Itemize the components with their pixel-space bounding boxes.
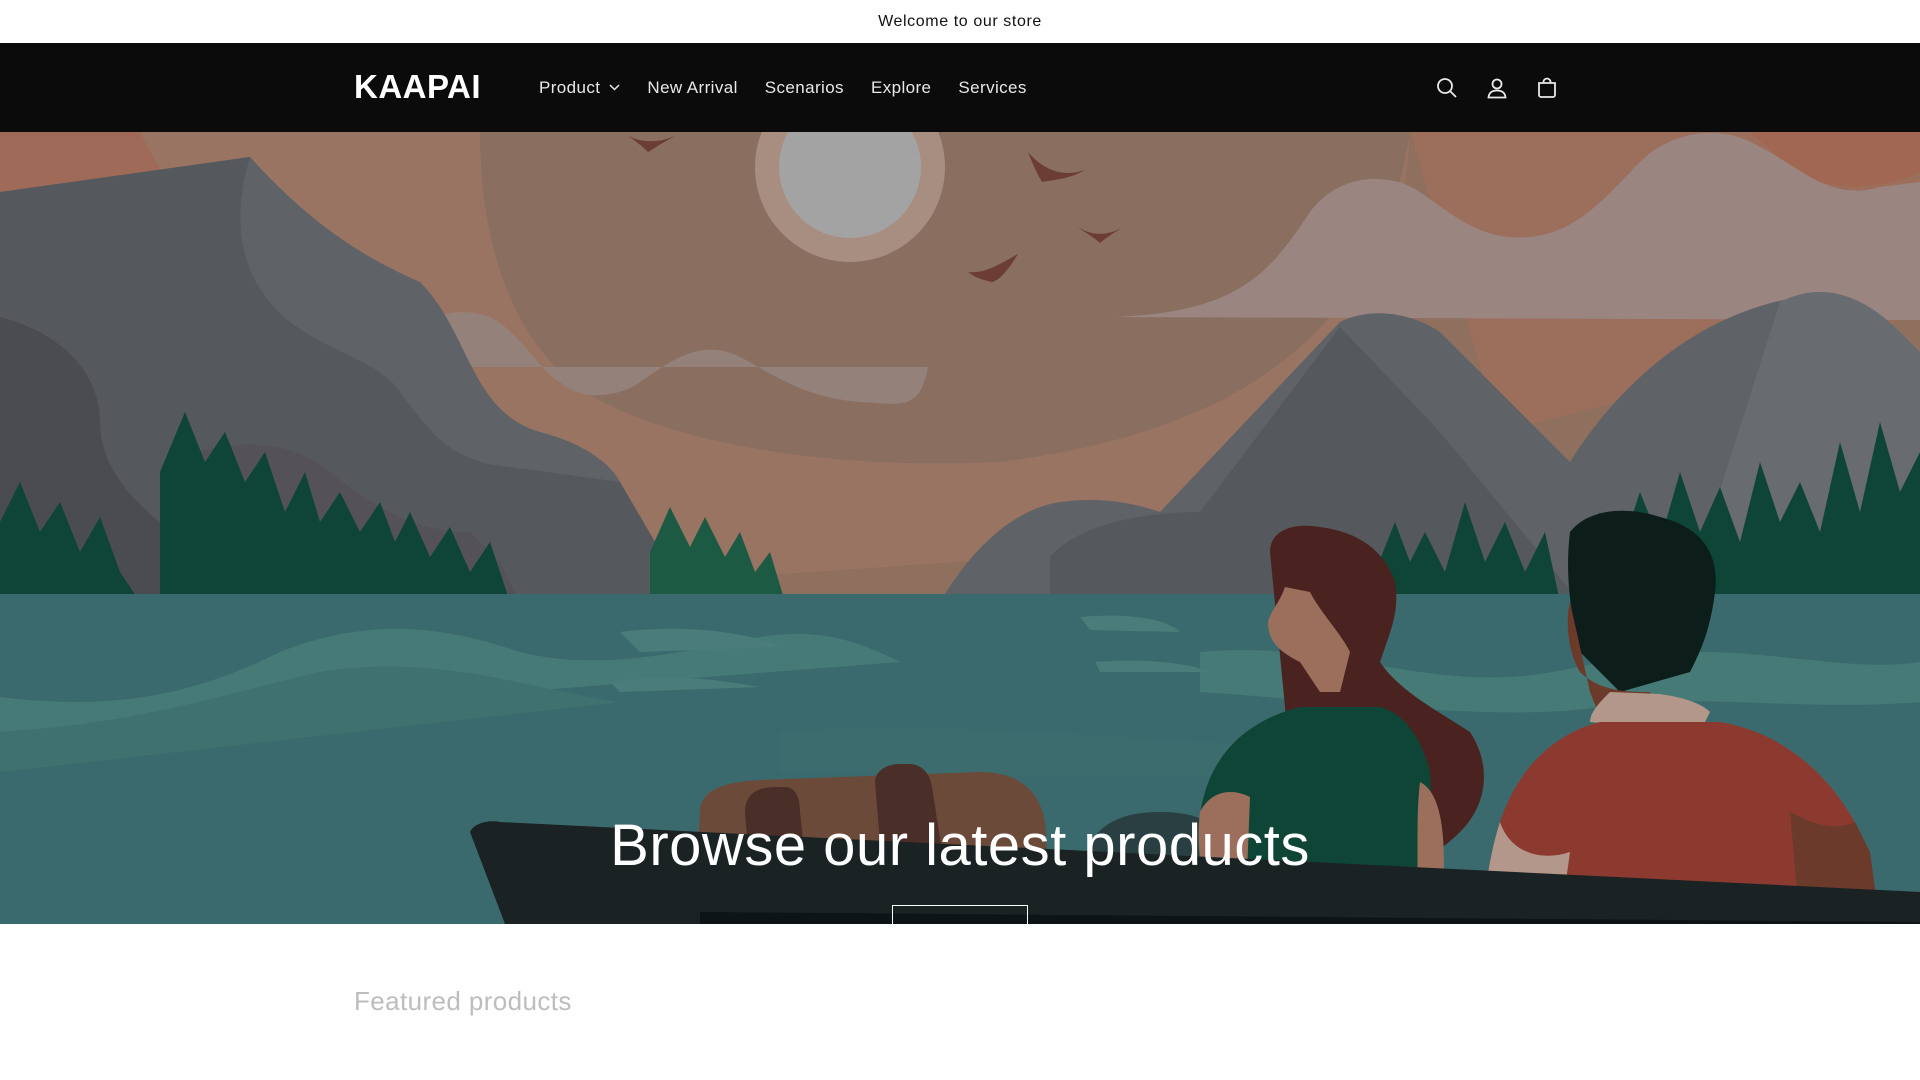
shop-all-button[interactable]: Shop all — [892, 905, 1028, 924]
announcement-text: Welcome to our store — [878, 12, 1042, 30]
cart-button[interactable] — [1533, 74, 1561, 102]
nav-item-new-arrival[interactable]: New Arrival — [647, 78, 737, 98]
nav-item-label: Product — [539, 77, 601, 97]
announcement-bar: Welcome to our store — [0, 0, 1920, 43]
hero-illustration — [0, 132, 1920, 924]
site-header: KAAPAI Product New Arrival Scenarios Exp… — [0, 43, 1920, 132]
nav-item-label: Explore — [870, 77, 932, 97]
nav-item-services[interactable]: Services — [958, 78, 1026, 98]
chevron-down-icon — [609, 84, 620, 91]
hero-banner: Browse our latest products Shop all — [0, 132, 1920, 924]
main-nav: Product New Arrival Scenarios Explore Se… — [539, 43, 1027, 132]
nav-item-explore[interactable]: Explore — [871, 78, 931, 98]
store-logo[interactable]: KAAPAI — [354, 69, 481, 105]
nav-item-product[interactable]: Product — [539, 78, 620, 98]
featured-products-heading: Featured products — [354, 986, 572, 1016]
account-icon — [1487, 78, 1507, 98]
header-icons — [1433, 43, 1561, 132]
search-icon — [1437, 77, 1457, 98]
nav-item-label: Scenarios — [764, 77, 844, 97]
nav-item-label: New Arrival — [647, 77, 738, 97]
account-button[interactable] — [1483, 74, 1511, 102]
nav-item-scenarios[interactable]: Scenarios — [765, 78, 844, 98]
nav-item-label: Services — [958, 77, 1027, 97]
hero-heading: Browse our latest products — [610, 813, 1310, 878]
search-button[interactable] — [1433, 74, 1461, 102]
cart-icon — [1538, 77, 1556, 98]
